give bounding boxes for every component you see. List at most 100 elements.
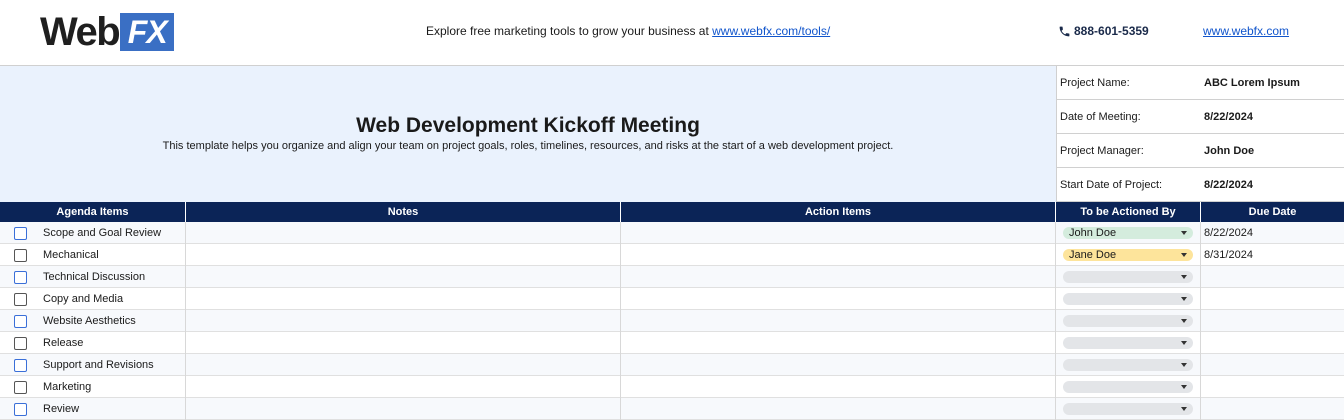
- notes-cell[interactable]: [186, 244, 621, 266]
- agenda-item-cell[interactable]: Scope and Goal Review: [40, 222, 186, 244]
- phone-contact[interactable]: 888-601-5359: [1058, 24, 1149, 38]
- action-items-cell[interactable]: [621, 222, 1056, 244]
- chevron-down-icon: [1181, 231, 1187, 235]
- row-checkbox[interactable]: [13, 380, 27, 394]
- owner-dropdown[interactable]: [1063, 381, 1193, 393]
- chevron-down-icon: [1181, 363, 1187, 367]
- header-action-items: Action Items: [621, 202, 1056, 222]
- table-row: Technical Discussion: [0, 266, 1344, 288]
- checkbox-cell: [0, 222, 40, 244]
- owner-dropdown[interactable]: Jane Doe: [1063, 249, 1193, 261]
- agenda-item-cell[interactable]: Release: [40, 332, 186, 354]
- row-checkbox[interactable]: [13, 402, 27, 416]
- meeting-date-value[interactable]: 8/22/2024: [1204, 111, 1253, 123]
- checkbox-cell: [0, 310, 40, 332]
- owner-dropdown[interactable]: [1063, 403, 1193, 415]
- row-checkbox[interactable]: [13, 314, 27, 328]
- chevron-down-icon: [1181, 407, 1187, 411]
- action-items-cell[interactable]: [621, 310, 1056, 332]
- start-date-value[interactable]: 8/22/2024: [1204, 179, 1253, 191]
- checkbox-cell: [0, 376, 40, 398]
- owner-value: Jane Doe: [1069, 249, 1117, 261]
- action-items-cell[interactable]: [621, 354, 1056, 376]
- action-items-cell[interactable]: [621, 398, 1056, 420]
- due-date-cell[interactable]: 8/31/2024: [1201, 244, 1344, 266]
- page-description: This template helps you organize and ali…: [162, 140, 894, 152]
- owner-dropdown[interactable]: [1063, 337, 1193, 349]
- agenda-item-cell[interactable]: Copy and Media: [40, 288, 186, 310]
- table-row: Website Aesthetics: [0, 310, 1344, 332]
- agenda-item-cell[interactable]: Support and Revisions: [40, 354, 186, 376]
- agenda-item-cell[interactable]: Mechanical: [40, 244, 186, 266]
- chevron-down-icon: [1181, 341, 1187, 345]
- info-label: Project Name:: [1060, 76, 1130, 89]
- due-date-cell[interactable]: 8/22/2024: [1201, 222, 1344, 244]
- due-date-cell[interactable]: [1201, 288, 1344, 310]
- owner-dropdown[interactable]: John Doe: [1063, 227, 1193, 239]
- logo-fx-badge: FX: [120, 13, 175, 51]
- table-header: Agenda Items Notes Action Items To be Ac…: [0, 202, 1344, 222]
- table-row: Copy and Media: [0, 288, 1344, 310]
- table-row: Release: [0, 332, 1344, 354]
- notes-cell[interactable]: [186, 332, 621, 354]
- notes-cell[interactable]: [186, 222, 621, 244]
- project-manager-value[interactable]: John Doe: [1204, 145, 1254, 157]
- owner-dropdown[interactable]: [1063, 293, 1193, 305]
- checkbox-cell: [0, 398, 40, 420]
- action-items-cell[interactable]: [621, 266, 1056, 288]
- action-items-cell[interactable]: [621, 244, 1056, 266]
- due-date-cell[interactable]: [1201, 310, 1344, 332]
- page-title: Web Development Kickoff Meeting: [356, 114, 700, 137]
- row-checkbox[interactable]: [13, 292, 27, 306]
- notes-cell[interactable]: [186, 288, 621, 310]
- owner-cell: [1056, 398, 1201, 420]
- agenda-item-cell[interactable]: Technical Discussion: [40, 266, 186, 288]
- website-link[interactable]: www.webfx.com: [1203, 24, 1289, 38]
- checkbox-cell: [0, 266, 40, 288]
- due-date-cell[interactable]: [1201, 332, 1344, 354]
- action-items-cell[interactable]: [621, 332, 1056, 354]
- owner-cell: [1056, 332, 1201, 354]
- header-agenda-items: Agenda Items: [0, 202, 186, 222]
- info-label: Date of Meeting:: [1060, 110, 1141, 123]
- agenda-item-cell[interactable]: Review: [40, 398, 186, 420]
- row-checkbox[interactable]: [13, 336, 27, 350]
- due-date-cell[interactable]: [1201, 398, 1344, 420]
- header-to-be-actioned-by: To be Actioned By: [1056, 202, 1201, 222]
- row-checkbox[interactable]: [13, 226, 27, 240]
- row-checkbox[interactable]: [13, 358, 27, 372]
- owner-dropdown[interactable]: [1063, 359, 1193, 371]
- tools-link[interactable]: www.webfx.com/tools/: [712, 24, 830, 38]
- due-date-cell[interactable]: [1201, 376, 1344, 398]
- owner-cell: [1056, 288, 1201, 310]
- project-info-panel: Project Name: ABC Lorem Ipsum Date of Me…: [1056, 66, 1344, 202]
- owner-dropdown[interactable]: [1063, 271, 1193, 283]
- notes-cell[interactable]: [186, 376, 621, 398]
- notes-cell[interactable]: [186, 310, 621, 332]
- info-row-meeting-date: Date of Meeting: 8/22/2024: [1057, 100, 1344, 134]
- due-date-cell[interactable]: [1201, 354, 1344, 376]
- owner-cell: [1056, 354, 1201, 376]
- action-items-cell[interactable]: [621, 376, 1056, 398]
- owner-cell: [1056, 310, 1201, 332]
- notes-cell[interactable]: [186, 354, 621, 376]
- notes-cell[interactable]: [186, 266, 621, 288]
- owner-value: John Doe: [1069, 227, 1117, 239]
- top-bar: Web FX Explore free marketing tools to g…: [0, 0, 1344, 66]
- agenda-item-cell[interactable]: Website Aesthetics: [40, 310, 186, 332]
- phone-number: 888-601-5359: [1074, 24, 1149, 38]
- owner-dropdown[interactable]: [1063, 315, 1193, 327]
- checkbox-cell: [0, 354, 40, 376]
- phone-icon: [1059, 26, 1070, 36]
- header-banner: Web Development Kickoff Meeting This tem…: [0, 66, 1056, 202]
- notes-cell[interactable]: [186, 398, 621, 420]
- webfx-logo[interactable]: Web FX: [40, 12, 175, 52]
- owner-cell: Jane Doe: [1056, 244, 1201, 266]
- project-name-value[interactable]: ABC Lorem Ipsum: [1204, 77, 1300, 89]
- chevron-down-icon: [1181, 319, 1187, 323]
- due-date-cell[interactable]: [1201, 266, 1344, 288]
- row-checkbox[interactable]: [13, 270, 27, 284]
- action-items-cell[interactable]: [621, 288, 1056, 310]
- agenda-item-cell[interactable]: Marketing: [40, 376, 186, 398]
- row-checkbox[interactable]: [13, 248, 27, 262]
